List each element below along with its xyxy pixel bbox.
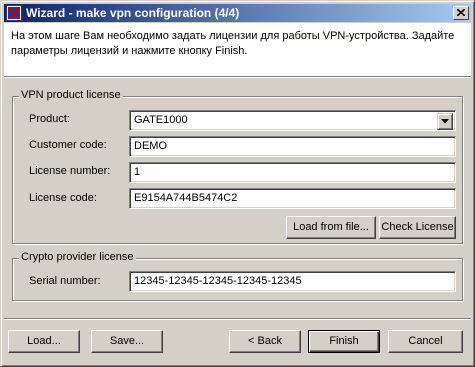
chevron-down-icon — [441, 119, 449, 124]
license-code-field[interactable]: E9154A744B5474C2 — [129, 188, 456, 209]
load-from-file-button[interactable]: Load from file... — [286, 216, 376, 239]
cancel-button[interactable]: Cancel — [388, 330, 463, 353]
footer-separator — [4, 318, 471, 320]
crypto-license-group-title: Crypto provider license — [19, 251, 136, 263]
save-button[interactable]: Save... — [91, 330, 163, 353]
serial-number-field[interactable]: 12345-12345-12345-12345-12345 — [129, 271, 456, 292]
close-icon — [457, 9, 465, 16]
finish-button[interactable]: Finish — [308, 330, 380, 353]
vpn-license-group-title: VPN product license — [19, 89, 123, 101]
serial-number-label: Serial number: — [29, 275, 101, 287]
customer-code-label: Customer code: — [29, 139, 107, 151]
instruction-panel: На этом шаге Вам необходимо задать лицен… — [4, 23, 471, 76]
product-value: GATE1000 — [134, 114, 188, 126]
customer-code-field[interactable]: DEMO — [129, 136, 456, 157]
product-label: Product: — [29, 113, 70, 125]
wizard-window: Wizard - make vpn configuration (4/4) На… — [0, 0, 475, 367]
instruction-text: На этом шаге Вам необходимо задать лицен… — [11, 30, 455, 57]
app-logo-icon — [6, 5, 22, 21]
load-button[interactable]: Load... — [8, 330, 80, 353]
check-license-button[interactable]: Check License — [379, 216, 456, 239]
header-separator — [4, 76, 471, 78]
window-title: Wizard - make vpn configuration (4/4) — [26, 6, 240, 20]
license-number-field[interactable]: 1 — [129, 162, 456, 183]
dropdown-button[interactable] — [437, 113, 453, 130]
back-button[interactable]: < Back — [229, 330, 301, 353]
title-bar[interactable]: Wizard - make vpn configuration (4/4) — [4, 4, 471, 22]
license-code-label: License code: — [29, 192, 97, 204]
product-dropdown[interactable]: GATE1000 — [129, 110, 456, 131]
close-button[interactable] — [453, 6, 469, 20]
license-number-label: License number: — [29, 165, 111, 177]
